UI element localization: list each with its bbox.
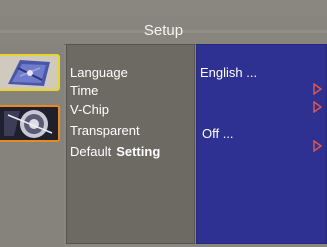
transparent-value[interactable]: Off ... [202, 126, 234, 141]
header-bar: Setup [0, 16, 327, 45]
menu-item-time[interactable]: Time [70, 83, 98, 98]
setup-screen: Setup Language Time V-Chip Transparent D… [0, 0, 327, 247]
menu-item-default-setting[interactable]: Default Setting [70, 144, 160, 159]
menu-panel: Language Time V-Chip Transparent Default… [66, 44, 195, 244]
picture-thumbnail-2[interactable] [0, 105, 60, 142]
default-setting-submenu-arrow-icon[interactable] [313, 140, 322, 152]
value-panel: English ... Off ... [196, 44, 327, 244]
page-title: Setup [143, 22, 184, 39]
picture-thumbnail-1[interactable] [0, 54, 60, 91]
v-chip-submenu-arrow-icon[interactable] [313, 101, 322, 113]
menu-item-v-chip[interactable]: V-Chip [70, 102, 109, 117]
menu-item-setting-label: Setting [116, 144, 161, 159]
menu-item-transparent[interactable]: Transparent [70, 123, 140, 138]
menu-item-language[interactable]: Language [70, 65, 128, 80]
language-value[interactable]: English ... [200, 65, 257, 80]
time-submenu-arrow-icon[interactable] [313, 83, 322, 95]
picture-thumbnail-icon [0, 56, 58, 89]
menu-item-default-label: Default [70, 144, 112, 159]
picture-thumbnail-icon [0, 107, 58, 140]
thumbnail-column [0, 44, 64, 247]
